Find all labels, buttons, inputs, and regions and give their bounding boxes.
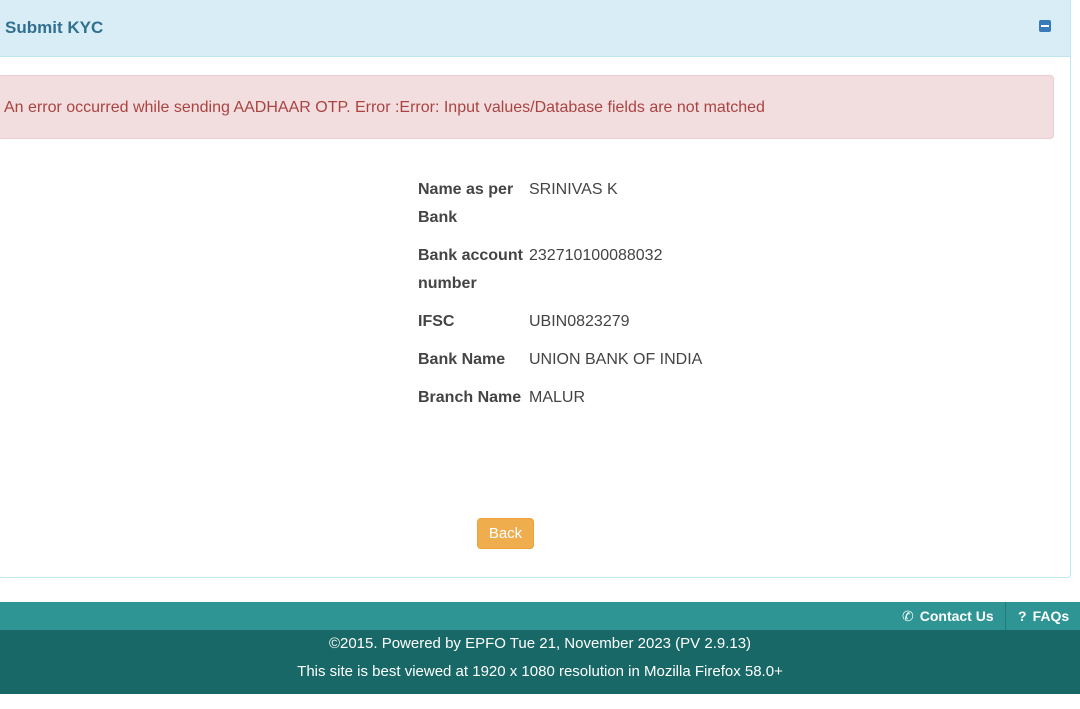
- detail-row-name: Name as per Bank SRINIVAS K: [418, 176, 758, 232]
- kyc-page: Submit KYC An error occurred while sendi…: [0, 0, 1080, 709]
- detail-value: UBIN0823279: [529, 313, 630, 330]
- panel-heading: Submit KYC: [0, 0, 1070, 57]
- contact-us-link[interactable]: ✆ Contact Us: [902, 602, 994, 630]
- copyright-text: ©2015. Powered by EPFO Tue 21, November …: [328, 635, 752, 652]
- back-button[interactable]: Back: [477, 518, 534, 549]
- footer-links-bar: ✆ Contact Us ? FAQs: [0, 602, 1080, 630]
- bank-details: Name as per Bank SRINIVAS K Bank account…: [418, 176, 758, 422]
- detail-row-account: Bank account number 232710100088032: [418, 242, 758, 298]
- detail-value: UNION BANK OF INDIA: [529, 351, 703, 368]
- detail-row-branch: Branch Name MALUR: [418, 384, 758, 412]
- minus-square-icon[interactable]: [1039, 20, 1051, 32]
- phone-icon: ✆: [902, 608, 914, 624]
- detail-label: Branch Name: [418, 389, 522, 406]
- footer-info: ©2015. Powered by EPFO Tue 21, November …: [0, 630, 1080, 694]
- detail-label: IFSC: [418, 313, 455, 330]
- question-icon: ?: [1018, 608, 1027, 624]
- faqs-link[interactable]: ? FAQs: [1018, 602, 1069, 630]
- error-alert: An error occurred while sending AADHAAR …: [0, 75, 1054, 139]
- detail-value: SRINIVAS K: [529, 181, 618, 198]
- detail-label: Name as per Bank: [418, 181, 514, 226]
- footer-divider: [1005, 602, 1006, 630]
- browser-note: This site is best viewed at 1920 x 1080 …: [297, 663, 783, 680]
- error-message: An error occurred while sending AADHAAR …: [4, 99, 765, 116]
- detail-label: Bank account number: [418, 247, 523, 292]
- detail-value: 232710100088032: [529, 247, 663, 264]
- detail-label: Bank Name: [418, 351, 506, 368]
- detail-value: MALUR: [529, 389, 586, 406]
- faqs-label: FAQs: [1032, 608, 1070, 624]
- detail-row-bank-name: Bank Name UNION BANK OF INDIA: [418, 346, 758, 374]
- detail-row-ifsc: IFSC UBIN0823279: [418, 308, 758, 336]
- contact-us-label: Contact Us: [919, 608, 994, 624]
- panel-title: Submit KYC: [5, 18, 104, 37]
